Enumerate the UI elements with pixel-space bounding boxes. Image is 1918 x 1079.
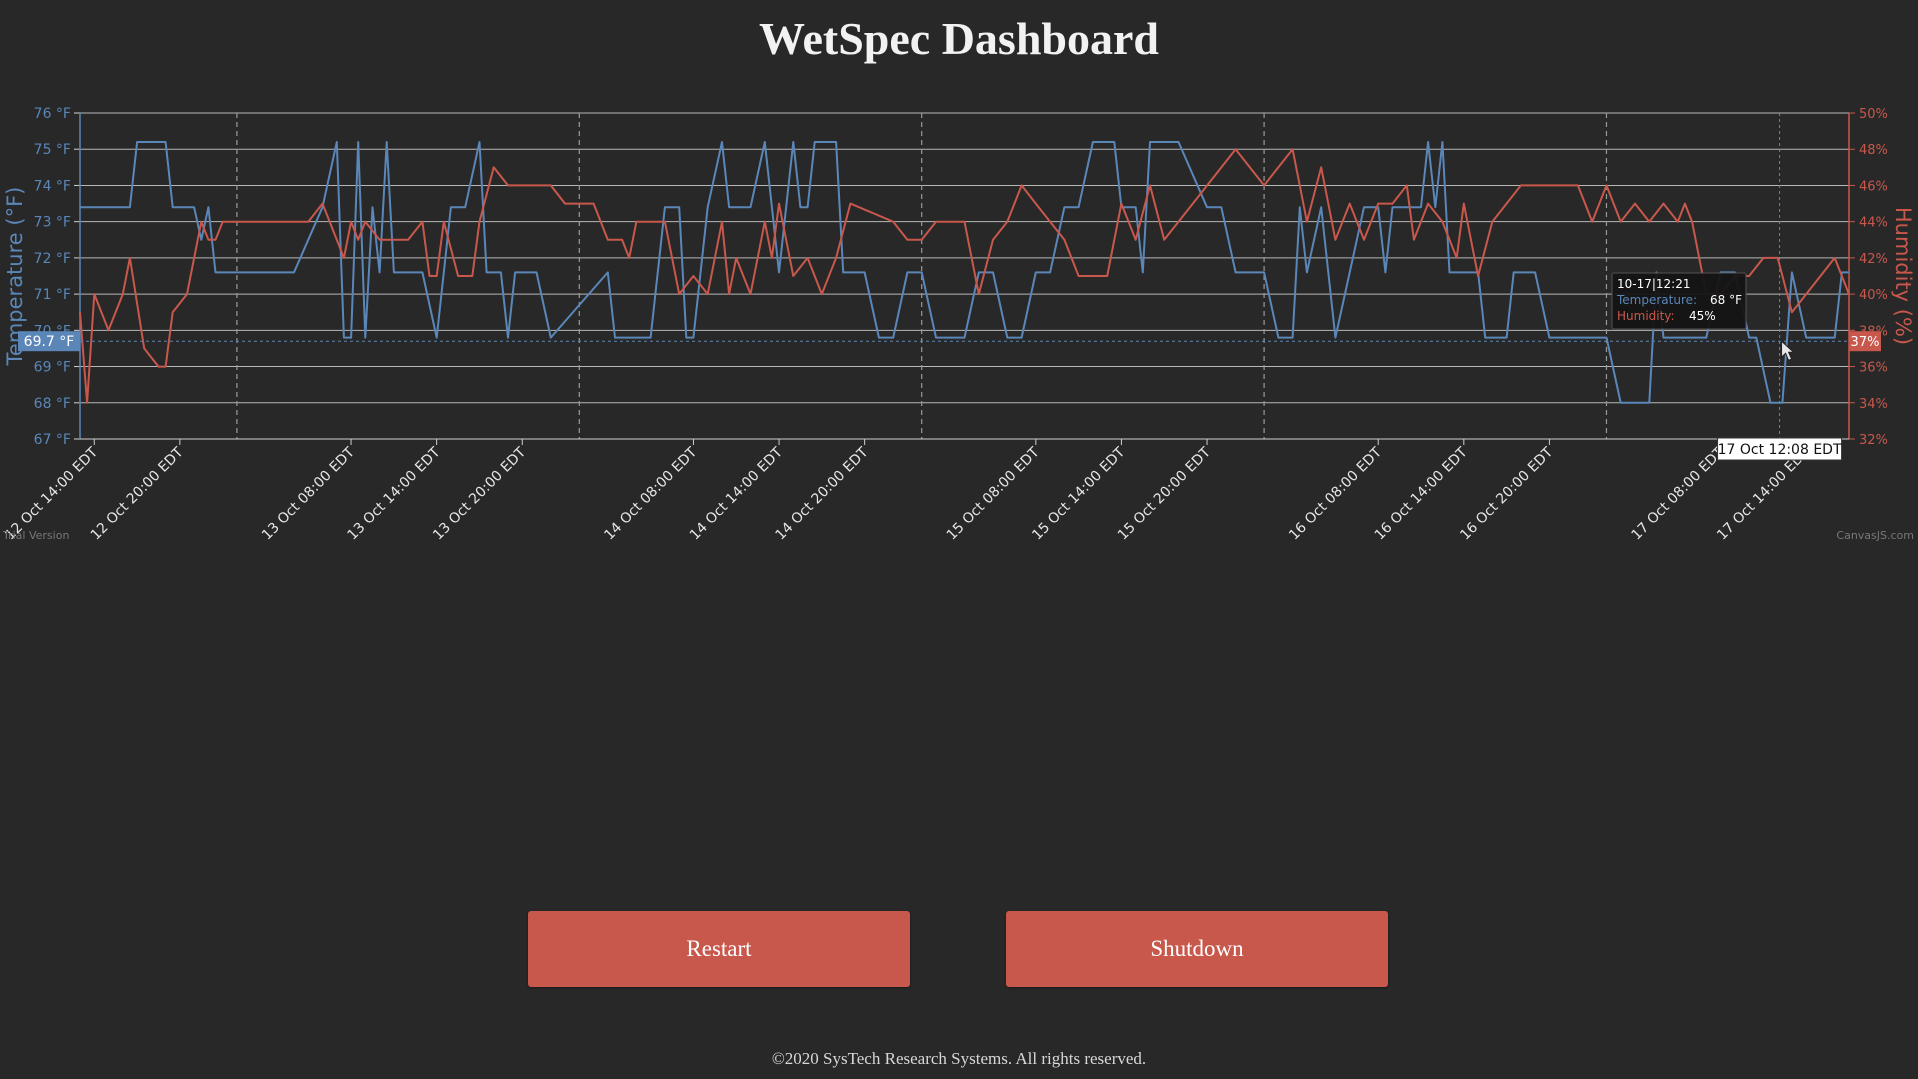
x-tick-label: 13 Oct 20:00 EDT: [430, 444, 529, 543]
humidity-series-line: [79, 148, 1850, 404]
y-tick-label: 75 °F: [34, 142, 71, 158]
y2-tick-label: 44%: [1859, 216, 1888, 231]
x-tick-label: 16 Oct 20:00 EDT: [1457, 444, 1556, 543]
time-axis: 12 Oct 14:00 EDT12 Oct 20:00 EDT 13 Oct 0…: [2, 438, 1849, 543]
x-tick-label: 13 Oct 08:00 EDT: [259, 444, 358, 543]
x-tick-label: 15 Oct 20:00 EDT: [1115, 444, 1214, 543]
tooltip: 10-17|12:21 Temperature: 68 °F Humidity: 45%: [1611, 272, 1747, 330]
footer-copyright: ©2020 SysTech Research Systems. All righ…: [771, 1049, 1147, 1068]
y2-axis-title: Humidity (%): [1891, 207, 1915, 345]
watermark-canvasjs: CanvasJS.com: [1836, 529, 1914, 542]
restart-button[interactable]: Restart: [528, 911, 910, 987]
crosshair-y-label: 69.7 °F: [24, 334, 75, 350]
y-tick-label: 69 °F: [34, 360, 71, 376]
crosshair-x-label: 17 Oct 12:08 EDT: [1718, 442, 1842, 458]
crosshair: 69.7 °F 37% 17 Oct 12:08 EDT: [18, 113, 1881, 461]
y2-tick-label: 32%: [1859, 433, 1888, 448]
y2-tick-label: 48%: [1859, 143, 1888, 158]
y2-tick-label: 40%: [1859, 288, 1888, 303]
y-tick-label: 73 °F: [34, 215, 71, 231]
tooltip-header: 10-17|12:21: [1617, 277, 1691, 291]
tooltip-row-value: 45%: [1689, 309, 1716, 323]
shutdown-button[interactable]: Shutdown: [1006, 911, 1388, 987]
watermark-trial: Trial Version: [2, 529, 69, 542]
y2-tick-label: 50%: [1859, 107, 1888, 122]
x-tick-label: 16 Oct 14:00 EDT: [1372, 444, 1471, 543]
y-tick-label: 68 °F: [34, 396, 71, 412]
y-tick-label: 72 °F: [34, 251, 71, 267]
series-layer: [79, 141, 1850, 404]
temperature-series-line: [80, 141, 1849, 404]
tooltip-row-label: Temperature:: [1616, 293, 1697, 307]
tooltip-row-label: Humidity:: [1617, 309, 1675, 323]
x-tick-label: 14 Oct 08:00 EDT: [601, 444, 700, 543]
dual-axis-line-chart[interactable]: 67 °F68 °F69 °F70 °F71 °F72 °F73 °F74 °F…: [0, 96, 1918, 546]
x-tick-label: 15 Oct 14:00 EDT: [1029, 444, 1128, 543]
crosshair-y2-label: 37%: [1851, 335, 1880, 350]
x-tick-label: 17 Oct 08:00 EDT: [1629, 444, 1728, 543]
humidity-axis: 32%34%36%38%40%42%44%46%48%50%Humidity (…: [1848, 107, 1915, 448]
x-tick-label: 12 Oct 20:00 EDT: [88, 444, 187, 543]
y-tick-label: 71 °F: [34, 287, 71, 303]
x-tick-label: 13 Oct 14:00 EDT: [345, 444, 444, 543]
x-tick-label: 16 Oct 08:00 EDT: [1286, 444, 1385, 543]
y-tick-label: 74 °F: [34, 178, 71, 194]
y2-tick-label: 42%: [1859, 252, 1888, 267]
x-tick-label: 14 Oct 20:00 EDT: [773, 444, 872, 543]
x-tick-label: 14 Oct 14:00 EDT: [687, 444, 786, 543]
y2-tick-label: 36%: [1859, 361, 1888, 376]
temperature-axis: 67 °F68 °F69 °F70 °F71 °F72 °F73 °F74 °F…: [3, 106, 81, 448]
y-tick-label: 67 °F: [34, 432, 71, 448]
page-title: WetSpec Dashboard: [759, 13, 1159, 64]
tooltip-row-value: 68 °F: [1710, 293, 1742, 307]
grid-lines: [80, 112, 1849, 440]
y-tick-label: 76 °F: [34, 106, 71, 122]
x-tick-label: 15 Oct 08:00 EDT: [944, 444, 1043, 543]
y2-tick-label: 34%: [1859, 397, 1888, 412]
y2-tick-label: 46%: [1859, 179, 1888, 194]
